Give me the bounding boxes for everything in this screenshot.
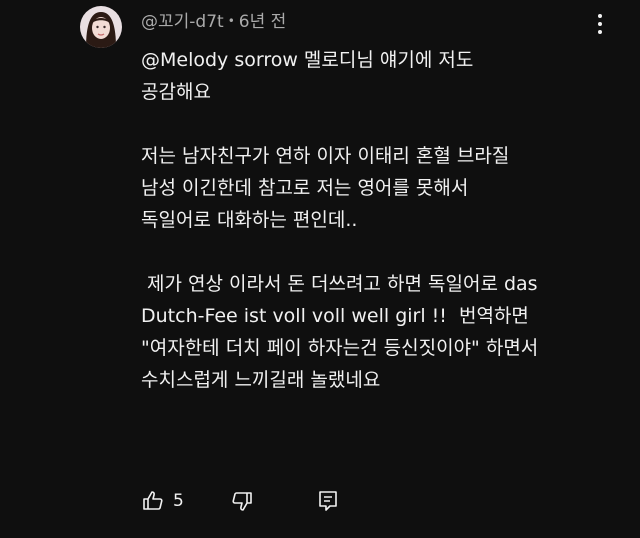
comment-line: 독일어로 대화하는 편인데.. <box>141 209 358 231</box>
reply-button[interactable] <box>316 485 340 517</box>
comment-line: "여자한테 더치 페이 하자는건 등신짓이야" 하면서 <box>141 337 539 359</box>
comment-line: @Melody sorrow 멜로디님 얘기에 저도 <box>141 49 474 71</box>
comment-header: @꼬기-d7t • 6년 전 <box>141 11 286 34</box>
comment-line: 남성 이긴한데 참고로 저는 영어를 못해서 <box>141 177 469 199</box>
comment-line: 공감해요 <box>141 81 211 103</box>
meta-separator: • <box>227 14 235 28</box>
dislike-button[interactable] <box>230 485 254 517</box>
author-name[interactable]: @꼬기-d7t <box>141 12 224 32</box>
thumb-up-icon <box>143 491 163 510</box>
comment-actions: 5 <box>141 485 340 517</box>
avatar-image <box>80 6 122 48</box>
comment-line: 수치스럽게 느끼길래 놀랬네요 <box>141 369 381 391</box>
comment-body: @Melody sorrow 멜로디님 얘기에 저도 공감해요 저는 남자친구가… <box>141 44 611 396</box>
comment-line: 저는 남자친구가 연하 이자 이태리 혼혈 브라질 <box>141 145 510 167</box>
more-vert-icon[interactable] <box>590 14 610 40</box>
comment-line: 제가 연상 이라서 돈 더쓰려고 하면 독일어로 das <box>141 273 538 295</box>
comment-line: Dutch-Fee ist voll voll well girl !! 번역하… <box>141 305 529 327</box>
comment-reply-icon <box>319 491 337 511</box>
like-button[interactable]: 5 <box>141 485 184 517</box>
avatar[interactable] <box>80 6 122 48</box>
thumb-down-icon <box>232 492 252 511</box>
like-count: 5 <box>173 491 184 511</box>
comment-timestamp[interactable]: 6년 전 <box>239 12 287 32</box>
